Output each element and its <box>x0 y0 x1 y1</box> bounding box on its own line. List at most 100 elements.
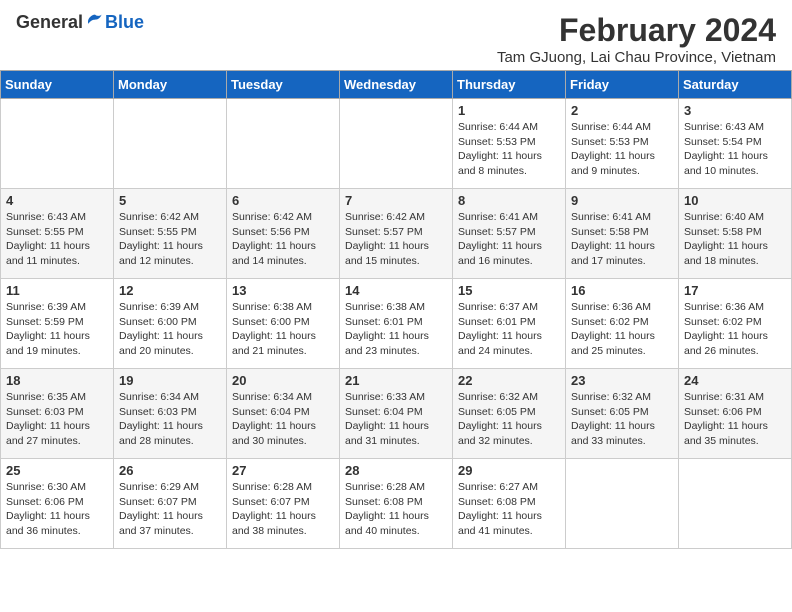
title-area: February 2024 Tam GJuong, Lai Chau Provi… <box>497 12 776 66</box>
day-number: 3 <box>684 103 786 118</box>
day-number: 10 <box>684 193 786 208</box>
day-cell: 6 Sunrise: 6:42 AM Sunset: 5:56 PM Daylig… <box>227 189 340 279</box>
day-number: 9 <box>571 193 673 208</box>
day-cell <box>566 459 679 549</box>
day-cell: 21 Sunrise: 6:33 AM Sunset: 6:04 PM Dayli… <box>340 369 453 459</box>
day-number: 11 <box>6 283 108 298</box>
day-number: 20 <box>232 373 334 388</box>
day-info: Sunrise: 6:38 AM Sunset: 6:00 PM Dayligh… <box>232 300 334 359</box>
day-info: Sunrise: 6:27 AM Sunset: 6:08 PM Dayligh… <box>458 480 560 539</box>
day-cell <box>227 99 340 189</box>
logo-general-text: General <box>16 12 83 33</box>
day-cell <box>340 99 453 189</box>
day-cell: 23 Sunrise: 6:32 AM Sunset: 6:05 PM Dayli… <box>566 369 679 459</box>
week-row-3: 11 Sunrise: 6:39 AM Sunset: 5:59 PM Dayli… <box>1 279 792 369</box>
day-info: Sunrise: 6:36 AM Sunset: 6:02 PM Dayligh… <box>684 300 786 359</box>
day-info: Sunrise: 6:33 AM Sunset: 6:04 PM Dayligh… <box>345 390 447 449</box>
day-info: Sunrise: 6:44 AM Sunset: 5:53 PM Dayligh… <box>458 120 560 179</box>
day-info: Sunrise: 6:37 AM Sunset: 6:01 PM Dayligh… <box>458 300 560 359</box>
day-number: 6 <box>232 193 334 208</box>
day-number: 26 <box>119 463 221 478</box>
day-info: Sunrise: 6:42 AM Sunset: 5:55 PM Dayligh… <box>119 210 221 269</box>
day-cell: 11 Sunrise: 6:39 AM Sunset: 5:59 PM Dayli… <box>1 279 114 369</box>
day-cell: 12Sunrise: 6:39 AM Sunset: 6:00 PM Dayli… <box>114 279 227 369</box>
week-row-2: 4Sunrise: 6:43 AM Sunset: 5:55 PM Daylig… <box>1 189 792 279</box>
location-subtitle: Tam GJuong, Lai Chau Province, Vietnam <box>497 49 776 66</box>
day-info: Sunrise: 6:34 AM Sunset: 6:04 PM Dayligh… <box>232 390 334 449</box>
day-number: 18 <box>6 373 108 388</box>
col-header-monday: Monday <box>114 71 227 99</box>
day-info: Sunrise: 6:41 AM Sunset: 5:58 PM Dayligh… <box>571 210 673 269</box>
logo-blue-text: Blue <box>105 12 144 33</box>
day-cell: 7 Sunrise: 6:42 AM Sunset: 5:57 PM Daylig… <box>340 189 453 279</box>
day-cell: 2 Sunrise: 6:44 AM Sunset: 5:53 PM Daylig… <box>566 99 679 189</box>
day-info: Sunrise: 6:32 AM Sunset: 6:05 PM Dayligh… <box>571 390 673 449</box>
day-cell: 4Sunrise: 6:43 AM Sunset: 5:55 PM Daylig… <box>1 189 114 279</box>
day-info: Sunrise: 6:30 AM Sunset: 6:06 PM Dayligh… <box>6 480 108 539</box>
day-number: 23 <box>571 373 673 388</box>
day-cell <box>1 99 114 189</box>
day-cell: 26Sunrise: 6:29 AM Sunset: 6:07 PM Dayli… <box>114 459 227 549</box>
day-cell: 17 Sunrise: 6:36 AM Sunset: 6:02 PM Dayli… <box>679 279 792 369</box>
day-cell: 18 Sunrise: 6:35 AM Sunset: 6:03 PM Dayli… <box>1 369 114 459</box>
day-info: Sunrise: 6:38 AM Sunset: 6:01 PM Dayligh… <box>345 300 447 359</box>
day-number: 17 <box>684 283 786 298</box>
day-number: 2 <box>571 103 673 118</box>
day-number: 1 <box>458 103 560 118</box>
day-info: Sunrise: 6:28 AM Sunset: 6:08 PM Dayligh… <box>345 480 447 539</box>
day-cell: 8 Sunrise: 6:41 AM Sunset: 5:57 PM Daylig… <box>453 189 566 279</box>
day-cell <box>114 99 227 189</box>
day-info: Sunrise: 6:41 AM Sunset: 5:57 PM Dayligh… <box>458 210 560 269</box>
day-info: Sunrise: 6:31 AM Sunset: 6:06 PM Dayligh… <box>684 390 786 449</box>
logo-bird-icon <box>85 13 105 33</box>
day-number: 5 <box>119 193 221 208</box>
col-header-thursday: Thursday <box>453 71 566 99</box>
day-info: Sunrise: 6:42 AM Sunset: 5:57 PM Dayligh… <box>345 210 447 269</box>
day-info: Sunrise: 6:32 AM Sunset: 6:05 PM Dayligh… <box>458 390 560 449</box>
day-cell: 27Sunrise: 6:28 AM Sunset: 6:07 PM Dayli… <box>227 459 340 549</box>
day-cell: 5 Sunrise: 6:42 AM Sunset: 5:55 PM Daylig… <box>114 189 227 279</box>
day-number: 27 <box>232 463 334 478</box>
day-cell: 19Sunrise: 6:34 AM Sunset: 6:03 PM Dayli… <box>114 369 227 459</box>
day-cell: 1 Sunrise: 6:44 AM Sunset: 5:53 PM Daylig… <box>453 99 566 189</box>
week-row-5: 25 Sunrise: 6:30 AM Sunset: 6:06 PM Dayli… <box>1 459 792 549</box>
day-info: Sunrise: 6:34 AM Sunset: 6:03 PM Dayligh… <box>119 390 221 449</box>
day-cell: 13 Sunrise: 6:38 AM Sunset: 6:00 PM Dayli… <box>227 279 340 369</box>
day-number: 4 <box>6 193 108 208</box>
week-row-1: 1 Sunrise: 6:44 AM Sunset: 5:53 PM Daylig… <box>1 99 792 189</box>
month-year-title: February 2024 <box>497 12 776 49</box>
day-number: 8 <box>458 193 560 208</box>
page-header: General Blue February 2024 Tam GJuong, L… <box>0 0 792 70</box>
day-info: Sunrise: 6:39 AM Sunset: 5:59 PM Dayligh… <box>6 300 108 359</box>
day-info: Sunrise: 6:42 AM Sunset: 5:56 PM Dayligh… <box>232 210 334 269</box>
day-info: Sunrise: 6:35 AM Sunset: 6:03 PM Dayligh… <box>6 390 108 449</box>
col-header-wednesday: Wednesday <box>340 71 453 99</box>
day-number: 13 <box>232 283 334 298</box>
day-info: Sunrise: 6:39 AM Sunset: 6:00 PM Dayligh… <box>119 300 221 359</box>
day-number: 15 <box>458 283 560 298</box>
day-cell: 20 Sunrise: 6:34 AM Sunset: 6:04 PM Dayli… <box>227 369 340 459</box>
day-cell: 10 Sunrise: 6:40 AM Sunset: 5:58 PM Dayli… <box>679 189 792 279</box>
day-number: 29 <box>458 463 560 478</box>
day-cell: 22 Sunrise: 6:32 AM Sunset: 6:05 PM Dayli… <box>453 369 566 459</box>
day-cell: 24 Sunrise: 6:31 AM Sunset: 6:06 PM Dayli… <box>679 369 792 459</box>
day-info: Sunrise: 6:43 AM Sunset: 5:54 PM Dayligh… <box>684 120 786 179</box>
calendar-table: SundayMondayTuesdayWednesdayThursdayFrid… <box>0 70 792 549</box>
day-info: Sunrise: 6:40 AM Sunset: 5:58 PM Dayligh… <box>684 210 786 269</box>
calendar-header: SundayMondayTuesdayWednesdayThursdayFrid… <box>1 71 792 99</box>
day-number: 21 <box>345 373 447 388</box>
day-number: 24 <box>684 373 786 388</box>
day-cell: 28Sunrise: 6:28 AM Sunset: 6:08 PM Dayli… <box>340 459 453 549</box>
day-cell: 14Sunrise: 6:38 AM Sunset: 6:01 PM Dayli… <box>340 279 453 369</box>
day-info: Sunrise: 6:44 AM Sunset: 5:53 PM Dayligh… <box>571 120 673 179</box>
col-header-friday: Friday <box>566 71 679 99</box>
day-cell: 25 Sunrise: 6:30 AM Sunset: 6:06 PM Dayli… <box>1 459 114 549</box>
logo: General Blue <box>16 12 144 33</box>
day-number: 25 <box>6 463 108 478</box>
day-cell: 3 Sunrise: 6:43 AM Sunset: 5:54 PM Daylig… <box>679 99 792 189</box>
day-info: Sunrise: 6:36 AM Sunset: 6:02 PM Dayligh… <box>571 300 673 359</box>
day-number: 16 <box>571 283 673 298</box>
day-number: 22 <box>458 373 560 388</box>
col-header-sunday: Sunday <box>1 71 114 99</box>
day-number: 7 <box>345 193 447 208</box>
